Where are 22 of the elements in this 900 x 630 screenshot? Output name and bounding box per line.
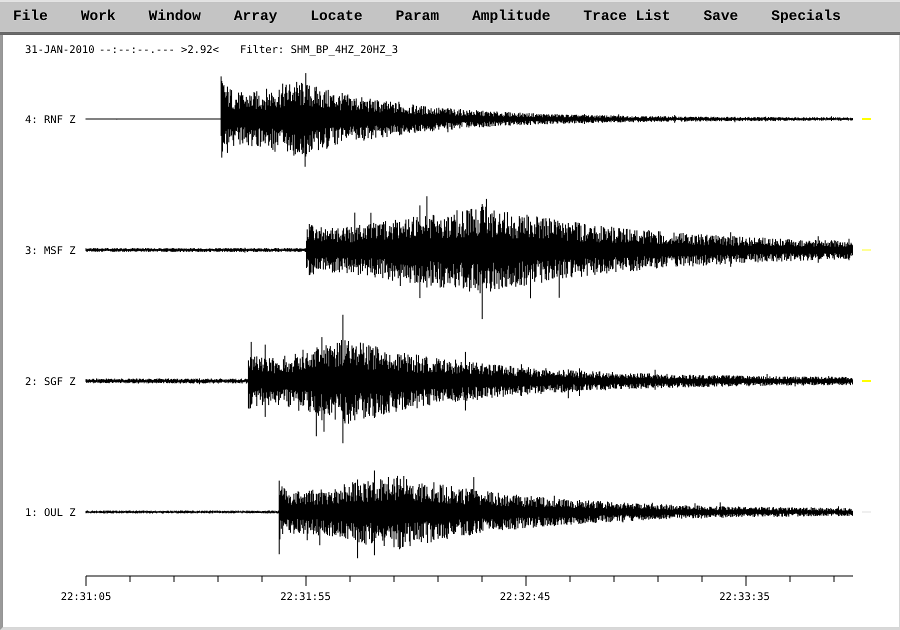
menu-item[interactable]: File bbox=[13, 9, 48, 25]
menu-item[interactable]: Trace List bbox=[583, 9, 670, 25]
menu-item[interactable]: Amplitude bbox=[472, 9, 550, 25]
amplitude-threshold: >2.92< bbox=[181, 44, 219, 56]
time-text: --:--:--.--- bbox=[99, 44, 175, 56]
time-label: 22:31:05 bbox=[60, 591, 112, 603]
date-text: 31-JAN-2010 bbox=[25, 44, 95, 56]
menu-item[interactable]: Work bbox=[80, 9, 116, 25]
time-label: 22:32:45 bbox=[500, 591, 550, 603]
menu-item[interactable]: Specials bbox=[771, 9, 841, 25]
menu-item[interactable]: Save bbox=[703, 9, 738, 25]
menu-item[interactable]: Locate bbox=[310, 9, 363, 25]
trace-label: 2: SGF Z bbox=[25, 376, 76, 388]
time-label: 22:33:35 bbox=[719, 591, 770, 603]
menu-item[interactable]: Array bbox=[234, 9, 278, 25]
trace-label: 4: RNF Z bbox=[25, 114, 76, 126]
filter-text: Filter: SHM_BP_4HZ_20HZ_3 bbox=[240, 44, 398, 56]
menu-item[interactable]: Param bbox=[396, 9, 440, 25]
menu-item[interactable]: Window bbox=[148, 9, 201, 25]
trace-label: 1: OUL Z bbox=[25, 507, 76, 519]
trace-label: 3: MSF Z bbox=[25, 245, 76, 257]
time-label: 22:31:55 bbox=[280, 591, 331, 603]
